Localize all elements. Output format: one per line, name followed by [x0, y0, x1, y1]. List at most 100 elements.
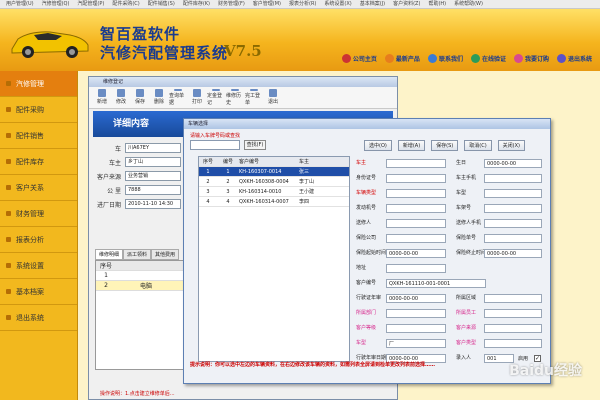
select-button[interactable]: 选中(O)	[364, 140, 392, 151]
menu-item[interactable]: 报表分析(R)	[286, 0, 319, 8]
birthday-input[interactable]: 0000-00-00	[484, 159, 542, 168]
contact-input[interactable]	[386, 219, 446, 228]
menu-item[interactable]: 客户管理(M)	[250, 0, 284, 8]
menu-item[interactable]: 基本档案(J)	[357, 0, 388, 8]
tab-repair-items[interactable]: 维修明细	[95, 249, 124, 260]
sidebar-item-repair[interactable]: 汽修管理	[0, 71, 77, 97]
save-button[interactable]: 保存	[131, 89, 149, 106]
engine-input[interactable]	[386, 204, 446, 213]
delete-button[interactable]: 删除	[150, 89, 168, 106]
cancel-button[interactable]: 取消(C)	[464, 140, 492, 151]
menu-item[interactable]: 用户管理(U)	[3, 0, 37, 8]
list-item[interactable]: 4 4 QXKH-160314-0007 李四	[199, 197, 349, 207]
insure-no-input[interactable]	[484, 234, 542, 243]
exit-system-button[interactable]: 退出系统	[556, 54, 592, 63]
insure-no-label: 保险单号	[456, 235, 477, 241]
dialog-title: 车辆选择	[184, 119, 550, 129]
owner-input[interactable]	[386, 159, 446, 168]
field-label: 进厂日期	[96, 201, 121, 209]
menu-item[interactable]: 帮助(H)	[425, 0, 449, 8]
window-title: 维修登记	[89, 77, 397, 87]
sidebar-item-customers[interactable]: 客户关系	[0, 175, 77, 201]
mileage-field[interactable]: 7888	[125, 185, 181, 195]
staff-input[interactable]	[484, 309, 542, 318]
edit-button[interactable]: 修改	[112, 89, 130, 106]
button-label: 查询单据	[169, 93, 185, 106]
menu-item[interactable]: 配件采购(C)	[109, 0, 142, 8]
car-type-input[interactable]	[386, 189, 446, 198]
history-button[interactable]: 维修历史	[226, 89, 244, 106]
sidebar-item-finance[interactable]: 财务管理	[0, 201, 77, 227]
plate-search-input[interactable]	[190, 140, 240, 150]
contact-us-button[interactable]: 联系我们	[427, 54, 463, 63]
insurer-input[interactable]	[386, 234, 446, 243]
order-button[interactable]: 我要订购	[513, 54, 549, 63]
tab-dispatch[interactable]: 派工领料	[123, 249, 152, 260]
sender-phone-label: 送修人手机	[456, 220, 482, 226]
list-item[interactable]: 2 2 QXKH-160308-0004 李丁山	[199, 177, 349, 187]
cell: 1	[226, 168, 230, 175]
cell: 3	[206, 188, 210, 195]
source-field[interactable]: 业务营销	[125, 171, 181, 181]
model-input[interactable]: 厂	[386, 339, 446, 348]
sidebar-item-exit[interactable]: 退出系统	[0, 305, 77, 331]
dept-input[interactable]	[386, 309, 446, 318]
address-input[interactable]	[386, 264, 446, 273]
flag-icon	[250, 89, 258, 91]
button-label: 退出系统	[567, 56, 592, 63]
save-button[interactable]: 保存(S)	[431, 140, 459, 151]
deposit-button[interactable]: 定金登记	[207, 89, 225, 106]
query-button[interactable]: 查询单据	[169, 89, 187, 106]
cell: 4	[226, 198, 230, 205]
customer-no-input[interactable]: QXKH-161110-001-0001	[386, 279, 486, 288]
plate-field[interactable]: 川A67EY	[125, 143, 181, 153]
list-item[interactable]: 1 1 KH-160307-0014 张三	[199, 167, 349, 177]
sidebar-item-stock[interactable]: 配件库存	[0, 149, 77, 175]
tab-other-fees[interactable]: 其他费用	[151, 249, 180, 260]
complete-button[interactable]: 完工登单	[245, 89, 263, 106]
sidebar-item-archive[interactable]: 基本档案	[0, 279, 77, 305]
menu-item[interactable]: 配件销售(S)	[145, 0, 178, 8]
cell: 3	[226, 188, 230, 195]
watermark: Baidu经验	[509, 363, 582, 379]
entry-date-field[interactable]: 2010-11-10 14:30	[125, 199, 181, 209]
sidebar-item-purchase[interactable]: 配件采购	[0, 97, 77, 123]
menu-item[interactable]: 财务管理(F)	[215, 0, 248, 8]
find-button[interactable]: 查找(F)	[244, 140, 266, 150]
menu-item[interactable]: 客户资料(Z)	[390, 0, 423, 8]
level-input[interactable]	[386, 324, 446, 333]
sidebar-item-settings[interactable]: 系统设置	[0, 253, 77, 279]
new-button[interactable]: 新增	[93, 89, 111, 106]
level-label: 客户等级	[356, 325, 377, 331]
vin-input[interactable]	[484, 204, 542, 213]
column-header: 序号	[202, 159, 213, 165]
menu-item[interactable]: 系统帮助(W)	[451, 0, 486, 8]
new-products-button[interactable]: 最新产品	[384, 54, 420, 63]
insure-start-input[interactable]: 0000-00-00	[386, 249, 446, 258]
home-page-button[interactable]: 公司主页	[341, 54, 377, 63]
online-verify-button[interactable]: 在线验证	[470, 54, 506, 63]
driving-date-input[interactable]: 0000-00-00	[386, 294, 446, 303]
sidebar-item-sales[interactable]: 配件销售	[0, 123, 77, 149]
model2-input[interactable]	[484, 189, 542, 198]
list-item[interactable]: 3 3 KH-160314-0010 王小建	[199, 187, 349, 197]
cell: QXKH-160308-0004	[239, 178, 289, 185]
owner-field[interactable]: 乡丁山	[125, 157, 181, 167]
menu-item[interactable]: 系统设置(X)	[321, 0, 354, 8]
source-input[interactable]	[484, 324, 542, 333]
menu-item[interactable]: 配件库存(K)	[180, 0, 213, 8]
type-input[interactable]	[484, 339, 542, 348]
sidebar-item-reports[interactable]: 报表分析	[0, 227, 77, 253]
sender-phone-input[interactable]	[484, 219, 542, 228]
search-hint: 请输入车牌号码或查找	[190, 133, 241, 139]
print-button[interactable]: 打印	[188, 89, 206, 106]
phone-input[interactable]	[484, 174, 542, 183]
menu-item[interactable]: 汽配管理(P)	[74, 0, 107, 8]
region-input[interactable]	[484, 294, 542, 303]
id-input[interactable]	[386, 174, 446, 183]
close-button[interactable]: 关闭(X)	[497, 140, 525, 151]
insure-end-input[interactable]: 0000-00-00	[484, 249, 542, 258]
menu-item[interactable]: 汽修管理(Q)	[39, 0, 73, 8]
exit-button[interactable]: 退出	[264, 89, 282, 106]
add-button[interactable]: 新增(A)	[397, 140, 426, 151]
